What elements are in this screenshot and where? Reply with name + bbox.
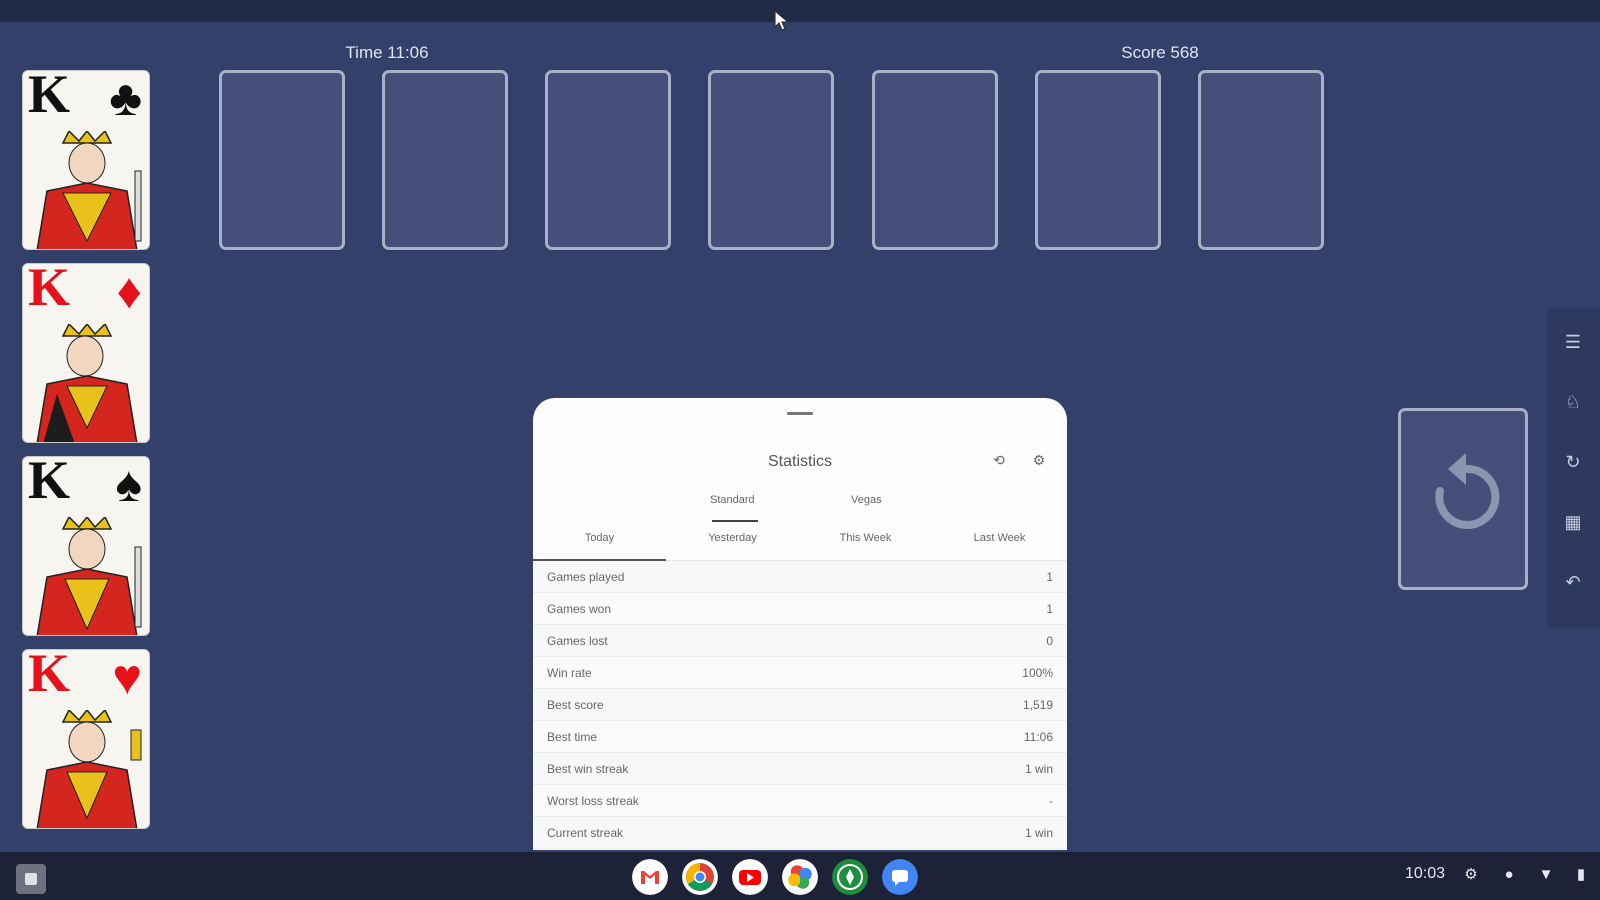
card-rank: K bbox=[28, 263, 71, 317]
table-row: Worst loss streak - bbox=[533, 785, 1067, 817]
tab-standard[interactable]: Standard bbox=[710, 494, 755, 506]
side-toolbar: ☰ ♘ ↻ ▦ ↶ bbox=[1547, 308, 1600, 628]
king-portrait-icon bbox=[36, 710, 142, 828]
sheet-title: Statistics bbox=[767, 453, 832, 470]
row-label: Games lost bbox=[547, 634, 608, 648]
messages-icon[interactable] bbox=[882, 859, 918, 895]
clock[interactable]: 10:03 bbox=[1405, 865, 1445, 883]
statistics-table: Games played 1 Games won 1 Games lost 0 … bbox=[533, 561, 1067, 849]
row-label: Best score bbox=[547, 698, 604, 712]
tab-vegas[interactable]: Vegas bbox=[851, 494, 882, 506]
tableau-slot-1[interactable] bbox=[219, 70, 345, 250]
tab-this-week[interactable]: This Week bbox=[799, 532, 932, 544]
diamonds-icon: ♦ bbox=[116, 263, 142, 319]
table-row: Games won 1 bbox=[533, 593, 1067, 625]
tableau-slot-4[interactable] bbox=[708, 70, 834, 250]
row-value: 11:06 bbox=[1023, 730, 1053, 744]
tableau-slot-2[interactable] bbox=[382, 70, 508, 250]
score-display: Score 568 bbox=[1121, 43, 1199, 62]
statistics-sheet: Statistics ⟲ ⚙ Standard Vegas Today Yest… bbox=[533, 398, 1067, 850]
statistics-icon[interactable]: ▦ bbox=[1561, 510, 1585, 534]
timer-display: Time 11:06 bbox=[345, 43, 429, 62]
card-rank: K bbox=[28, 70, 71, 124]
row-label: Current streak bbox=[547, 826, 624, 840]
king-portrait-icon bbox=[36, 517, 142, 635]
launcher-icon[interactable] bbox=[16, 864, 46, 894]
tab-today[interactable]: Today bbox=[533, 532, 666, 544]
row-label: Best time bbox=[547, 730, 598, 744]
row-value: 1 bbox=[1046, 602, 1053, 616]
row-value: 1,519 bbox=[1022, 698, 1053, 712]
recycle-icon bbox=[1435, 453, 1500, 529]
tableau-slot-6[interactable] bbox=[1035, 70, 1161, 250]
foundation-king-diamonds[interactable]: K ♦ bbox=[22, 263, 150, 443]
row-value: - bbox=[1049, 794, 1053, 808]
tab-last-week[interactable]: Last Week bbox=[933, 532, 1066, 544]
card-rank: K bbox=[28, 649, 71, 703]
mode-tabs: Standard Vegas bbox=[533, 494, 1067, 520]
row-value: 1 win bbox=[1024, 826, 1053, 840]
table-row: Best time 11:06 bbox=[533, 721, 1067, 753]
hearts-icon: ♥ bbox=[112, 649, 142, 705]
table-row: Games played 1 bbox=[533, 561, 1067, 593]
table-row: Best win streak 1 win bbox=[533, 753, 1067, 785]
battery-icon[interactable]: ▮ bbox=[1570, 864, 1592, 886]
stock-pile[interactable] bbox=[1398, 408, 1528, 590]
photos-icon[interactable] bbox=[782, 859, 818, 895]
row-label: Win rate bbox=[547, 666, 592, 680]
gmail-icon[interactable] bbox=[632, 859, 668, 895]
king-portrait-icon bbox=[36, 324, 138, 442]
settings-gear-icon[interactable]: ⚙ bbox=[1460, 864, 1482, 886]
table-row: Current streak 1 win bbox=[533, 817, 1067, 849]
chrome-icon[interactable] bbox=[682, 859, 718, 895]
mouse-cursor-icon bbox=[774, 10, 790, 31]
drag-handle[interactable] bbox=[787, 412, 813, 415]
clubs-icon: ♣ bbox=[109, 70, 142, 126]
table-row: Win rate 100% bbox=[533, 657, 1067, 689]
row-value: 0 bbox=[1046, 634, 1053, 648]
row-label: Worst loss streak bbox=[547, 794, 639, 808]
menu-icon[interactable]: ☰ bbox=[1561, 330, 1585, 354]
period-tabs: Today Yesterday This Week Last Week bbox=[533, 532, 1067, 561]
settings-icon[interactable]: ⚙ bbox=[1029, 450, 1049, 470]
youtube-icon[interactable] bbox=[732, 859, 768, 895]
window-top-bar bbox=[0, 0, 1600, 22]
tableau-slot-7[interactable] bbox=[1198, 70, 1324, 250]
tab-yesterday[interactable]: Yesterday bbox=[666, 532, 799, 544]
spades-icon: ♠ bbox=[115, 456, 142, 512]
active-tab-indicator bbox=[712, 520, 758, 522]
row-value: 1 win bbox=[1024, 762, 1053, 776]
notification-icon[interactable]: ● bbox=[1498, 864, 1520, 886]
hint-icon[interactable]: ♘ bbox=[1561, 390, 1585, 414]
tableau-slot-3[interactable] bbox=[545, 70, 671, 250]
foundation-king-spades[interactable]: K ♠ bbox=[22, 456, 150, 636]
row-label: Games played bbox=[547, 570, 625, 584]
foundation-king-clubs[interactable]: K ♣ bbox=[22, 70, 150, 250]
redo-icon[interactable]: ↻ bbox=[1561, 450, 1585, 474]
tableau-slot-5[interactable] bbox=[872, 70, 998, 250]
foundation-king-hearts[interactable]: K ♥ bbox=[22, 649, 150, 829]
wifi-icon[interactable]: ▼ bbox=[1535, 864, 1557, 886]
reset-icon[interactable]: ⟲ bbox=[989, 450, 1009, 470]
undo-icon[interactable]: ↶ bbox=[1561, 570, 1585, 594]
king-portrait-icon bbox=[36, 131, 142, 249]
table-row: Games lost 0 bbox=[533, 625, 1067, 657]
solitaire-app-icon[interactable] bbox=[832, 859, 868, 895]
row-value: 100% bbox=[1022, 666, 1053, 680]
table-row: Best score 1,519 bbox=[533, 689, 1067, 721]
row-label: Best win streak bbox=[547, 762, 629, 776]
row-value: 1 bbox=[1046, 570, 1053, 584]
card-rank: K bbox=[28, 456, 71, 510]
taskbar: 10:03 ⚙ ● ▼ ▮ bbox=[0, 852, 1600, 900]
row-label: Games won bbox=[547, 602, 612, 616]
